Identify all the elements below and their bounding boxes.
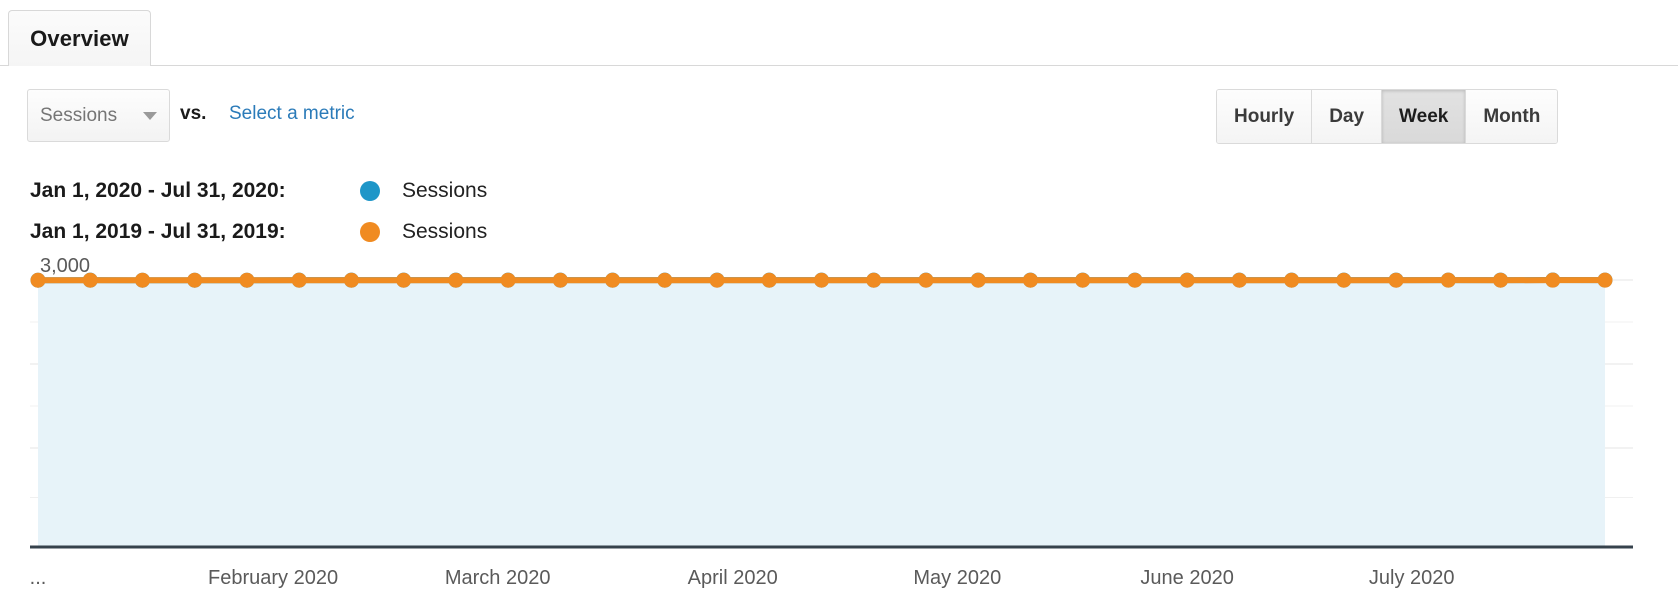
granularity-week-button[interactable]: Week: [1382, 90, 1466, 143]
granularity-month-button[interactable]: Month: [1466, 90, 1557, 143]
x-axis-tick-label: ...: [30, 567, 47, 589]
data-point[interactable]: [918, 273, 933, 288]
data-point[interactable]: [292, 273, 307, 288]
legend-date-range-current: Jan 1, 2020 - Jul 31, 2020:: [30, 179, 360, 203]
data-point[interactable]: [1127, 273, 1142, 288]
x-axis-tick-labels: ... February 2020 March 2020 April 2020 May …: [30, 567, 1455, 589]
tab-overview-label: Overview: [30, 26, 129, 52]
chart-canvas[interactable]: 1,0002,0003,000...February 2020March 202…: [0, 254, 1678, 592]
x-axis-tick-label: February 2020: [208, 567, 338, 589]
legend-row-current: Jan 1, 2020 - Jul 31, 2020: Sessions: [30, 170, 487, 212]
vs-label: vs.: [180, 103, 206, 125]
x-axis-tick-label: May 2020: [913, 567, 1001, 589]
data-point[interactable]: [135, 273, 150, 288]
sessions-timeseries-chart[interactable]: 1,0002,0003,000...February 2020March 202…: [0, 254, 1678, 592]
data-point[interactable]: [1284, 273, 1299, 288]
data-point[interactable]: [1493, 273, 1508, 288]
chart-legend: Jan 1, 2020 - Jul 31, 2020: Sessions Jan…: [0, 162, 1678, 254]
data-point[interactable]: [239, 273, 254, 288]
data-point[interactable]: [83, 273, 98, 288]
data-point[interactable]: [710, 273, 725, 288]
legend-swatch-current: [360, 181, 380, 201]
granularity-hourly-button[interactable]: Hourly: [1217, 90, 1312, 143]
series-area-fill-current: [38, 280, 1605, 547]
data-point[interactable]: [1075, 273, 1090, 288]
data-point[interactable]: [1441, 273, 1456, 288]
legend-date-range-compare: Jan 1, 2019 - Jul 31, 2019:: [30, 220, 360, 244]
x-axis-tick-label: June 2020: [1140, 567, 1233, 589]
data-point[interactable]: [1232, 273, 1247, 288]
data-point[interactable]: [971, 273, 986, 288]
chart-toolbar: Sessions vs. Select a metric Hourly Day …: [0, 67, 1678, 162]
data-point[interactable]: [1023, 273, 1038, 288]
x-axis-tick-label: April 2020: [688, 567, 778, 589]
granularity-segmented-control: Hourly Day Week Month: [1216, 89, 1558, 144]
granularity-day-button[interactable]: Day: [1312, 90, 1382, 143]
data-point[interactable]: [1545, 273, 1560, 288]
data-point[interactable]: [553, 273, 568, 288]
data-point[interactable]: [344, 273, 359, 288]
x-axis-tick-label: July 2020: [1369, 567, 1455, 589]
data-point[interactable]: [866, 273, 881, 288]
primary-metric-dropdown[interactable]: Sessions: [27, 89, 170, 142]
data-point[interactable]: [187, 273, 202, 288]
tab-bar: Overview: [0, 0, 1678, 67]
legend-swatch-compare: [360, 222, 380, 242]
y-axis-tick-label: 3,000: [40, 255, 90, 277]
x-axis-tick-label: March 2020: [445, 567, 551, 589]
data-point[interactable]: [31, 273, 46, 288]
data-point[interactable]: [1336, 273, 1351, 288]
data-point[interactable]: [605, 273, 620, 288]
data-point[interactable]: [762, 273, 777, 288]
tab-overview[interactable]: Overview: [8, 10, 151, 66]
data-point[interactable]: [1389, 273, 1404, 288]
tab-bar-divider: [0, 65, 1678, 66]
legend-metric-current: Sessions: [402, 179, 487, 203]
data-point[interactable]: [1598, 273, 1613, 288]
data-point[interactable]: [814, 273, 829, 288]
primary-metric-label: Sessions: [40, 105, 117, 127]
legend-row-compare: Jan 1, 2019 - Jul 31, 2019: Sessions: [30, 211, 487, 253]
data-point[interactable]: [657, 273, 672, 288]
select-a-metric-link[interactable]: Select a metric: [229, 103, 355, 125]
data-point[interactable]: [448, 273, 463, 288]
data-point[interactable]: [1180, 273, 1195, 288]
legend-metric-compare: Sessions: [402, 220, 487, 244]
chevron-down-icon: [143, 112, 157, 120]
data-point[interactable]: [501, 273, 516, 288]
data-point[interactable]: [396, 273, 411, 288]
